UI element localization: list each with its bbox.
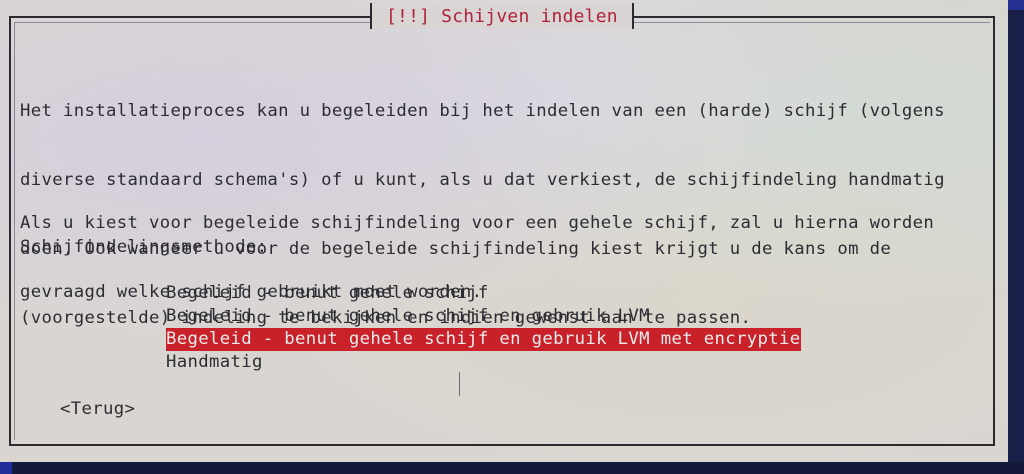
partition-method-list: Begeleid - benut gehele schijf Begeleid …: [166, 282, 801, 374]
back-button[interactable]: <Terug>: [60, 398, 135, 421]
dialog-shadow: [1008, 10, 1024, 470]
option-manual[interactable]: Handmatig: [166, 351, 263, 374]
dialog-title-box: [!!] Schijven indelen: [370, 3, 634, 29]
text-cursor-mark: [459, 372, 460, 396]
dialog-shadow-bottom: [12, 462, 1024, 474]
option-guided-entire-disk-lvm[interactable]: Begeleid - benut gehele schijf en gebrui…: [166, 305, 650, 328]
method-label: Schijfindelingsmethode:: [20, 237, 268, 257]
dialog-title: [!!] Schijven indelen: [386, 5, 618, 27]
option-guided-entire-disk[interactable]: Begeleid - benut gehele schijf: [166, 282, 489, 305]
guided-info-line: Als u kiest voor begeleide schijfindelin…: [20, 213, 935, 233]
intro-line: Het installatieproces kan u begeleiden b…: [20, 101, 945, 121]
partition-dialog: [!!] Schijven indelen Het installatiepro…: [0, 0, 1008, 462]
option-guided-entire-disk-lvm-encrypted[interactable]: Begeleid - benut gehele schijf en gebrui…: [166, 328, 801, 351]
